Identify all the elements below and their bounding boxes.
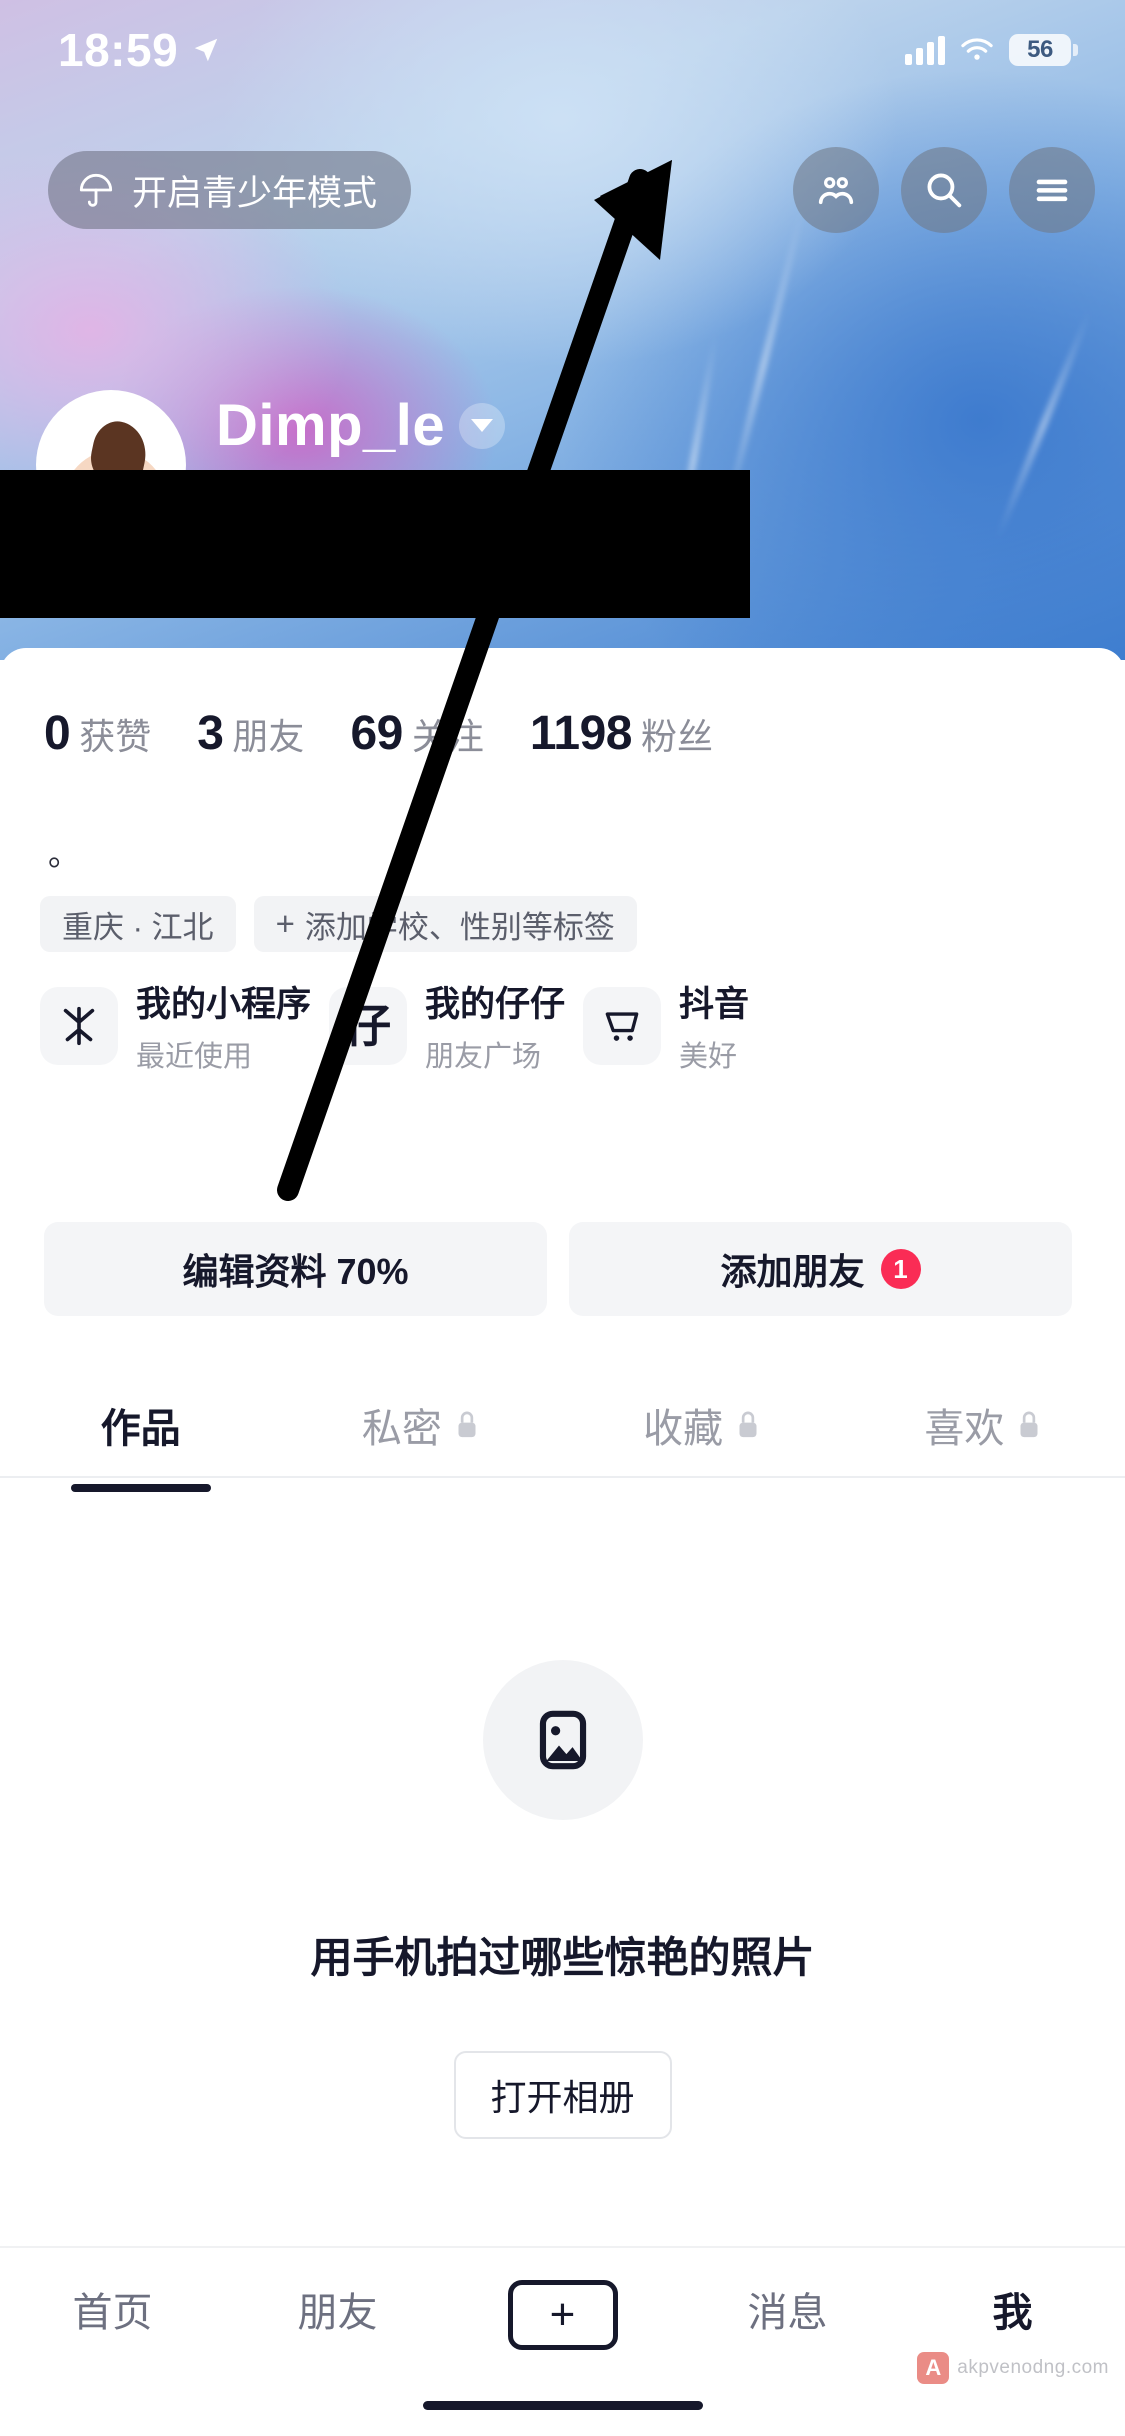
service-subtitle: 最近使用 (136, 1041, 253, 1073)
profile-bio[interactable]: 。 (48, 838, 80, 870)
watermark: A akpvenodng.com (917, 2352, 1109, 2384)
friends-icon (818, 177, 854, 205)
add-friend-button[interactable]: 添加朋友 1 (569, 1222, 1072, 1316)
image-placeholder-icon (482, 1660, 643, 1820)
service-card-miniprogram[interactable]: 我的小程序 最近使用 (40, 976, 311, 1075)
nav-item-friends[interactable]: 朋友 (238, 2280, 438, 2338)
teen-mode-button[interactable]: 开启青少年模式 (48, 151, 412, 229)
service-title: 我的小程序 (136, 985, 312, 1024)
watermark-logo: A (917, 2352, 950, 2384)
tab-favorites[interactable]: 收藏 (563, 1370, 844, 1480)
service-subtitle: 美好 (679, 1041, 738, 1073)
username: Dimp_le (216, 393, 446, 458)
tag-add-info[interactable]: + 添加学校、性别等标签 (253, 896, 637, 952)
cellular-signal-icon (905, 35, 945, 65)
profile-stats: 0 获赞 3 朋友 69 关注 1198 粉丝 (44, 706, 713, 761)
umbrella-icon (79, 173, 113, 207)
plus-icon: + (507, 2280, 618, 2350)
tag-label: 重庆 · 江北 (62, 909, 214, 945)
battery-indicator: 56 (1009, 34, 1078, 66)
service-subtitle: 朋友广场 (425, 1041, 542, 1073)
profile-tabs: 作品 私密 收藏 喜欢 (0, 1370, 1125, 1492)
search-button[interactable] (901, 147, 987, 233)
nav-item-create[interactable]: + (463, 2280, 663, 2350)
service-card-shop[interactable]: 抖音 美好 (583, 976, 749, 1075)
status-time: 18:59 (58, 24, 179, 76)
teen-mode-label: 开启青少年模式 (132, 173, 378, 213)
lock-icon (1020, 1411, 1038, 1438)
profile-tags: 重庆 · 江北 + 添加学校、性别等标签 (40, 896, 637, 952)
profile-top-bar: 开启青少年模式 (0, 140, 1125, 240)
tab-works[interactable]: 作品 (0, 1370, 281, 1492)
edit-profile-label: 编辑资料 70% (182, 1251, 409, 1292)
stat-label: 朋友 (232, 716, 305, 757)
menu-button[interactable] (1009, 147, 1095, 233)
douyin-mini-program-icon (40, 986, 118, 1065)
zaizai-icon: 仔 (329, 986, 408, 1065)
friends-button[interactable] (793, 147, 879, 233)
tab-likes[interactable]: 喜欢 (844, 1370, 1125, 1480)
tab-label: 收藏 (643, 1407, 724, 1451)
tag-location[interactable]: 重庆 · 江北 (40, 896, 236, 952)
plus-icon: + (275, 905, 295, 942)
stat-label: 关注 (411, 716, 484, 757)
shopping-cart-icon (583, 986, 662, 1065)
service-card-zaizai[interactable]: 仔 我的仔仔 朋友广场 (329, 976, 565, 1075)
lock-icon (458, 1411, 476, 1438)
service-title: 我的仔仔 (425, 985, 566, 1024)
nav-item-me[interactable]: 我 (913, 2280, 1113, 2338)
tab-label: 作品 (100, 1407, 181, 1451)
search-icon (927, 173, 962, 208)
open-album-button[interactable]: 打开相册 (453, 2051, 672, 2139)
nav-item-home[interactable]: 首页 (13, 2280, 213, 2338)
watermark-text: akpvenodng.com (957, 2357, 1109, 2378)
tab-label: 私密 (361, 1407, 442, 1451)
empty-state-text: 用手机拍过哪些惊艳的照片 (310, 1934, 815, 1981)
tag-label: 添加学校、性别等标签 (304, 909, 615, 945)
add-friend-badge: 1 (880, 1249, 921, 1289)
tab-private[interactable]: 私密 (281, 1370, 562, 1480)
battery-level: 56 (1027, 36, 1053, 63)
stat-value: 1198 (529, 707, 633, 760)
tabs-divider (0, 1476, 1125, 1478)
douyin-profile-screen: 18:59 56 开启青少年模式 Dimp_le 0 获赞 3 朋友 69 关注… (0, 0, 1125, 2436)
nav-item-messages[interactable]: 消息 (688, 2280, 888, 2338)
lock-icon (739, 1411, 757, 1438)
open-album-label: 打开相册 (490, 2077, 635, 2118)
stat-following[interactable]: 69 关注 (350, 706, 483, 761)
service-title: 抖音 (679, 985, 750, 1024)
add-friend-label: 添加朋友 (720, 1251, 865, 1292)
stat-value: 69 (350, 707, 403, 760)
stat-followers[interactable]: 1198 粉丝 (530, 706, 713, 761)
home-indicator (422, 2401, 703, 2410)
status-bar: 18:59 56 (0, 0, 1125, 100)
redaction-bar (0, 470, 750, 618)
stat-value: 0 (44, 707, 71, 760)
empty-state: 用手机拍过哪些惊艳的照片 打开相册 (0, 1660, 1125, 2139)
profile-action-buttons: 编辑资料 70% 添加朋友 1 (44, 1222, 1072, 1316)
stat-label: 粉丝 (640, 716, 713, 757)
wifi-icon (961, 38, 993, 60)
stat-likes[interactable]: 0 获赞 (44, 706, 151, 761)
username-row[interactable]: Dimp_le (216, 392, 506, 459)
edit-profile-button[interactable]: 编辑资料 70% (44, 1222, 547, 1316)
stat-label: 获赞 (79, 716, 152, 757)
menu-icon (1036, 179, 1068, 202)
tab-active-underline (70, 1484, 211, 1492)
tab-label: 喜欢 (924, 1407, 1005, 1451)
location-arrow-icon (194, 38, 218, 62)
stat-value: 3 (197, 707, 224, 760)
stat-friends[interactable]: 3 朋友 (197, 706, 304, 761)
chevron-down-icon[interactable] (459, 402, 506, 449)
service-cards: 我的小程序 最近使用 仔 我的仔仔 朋友广场 抖音 美好 (40, 976, 749, 1075)
